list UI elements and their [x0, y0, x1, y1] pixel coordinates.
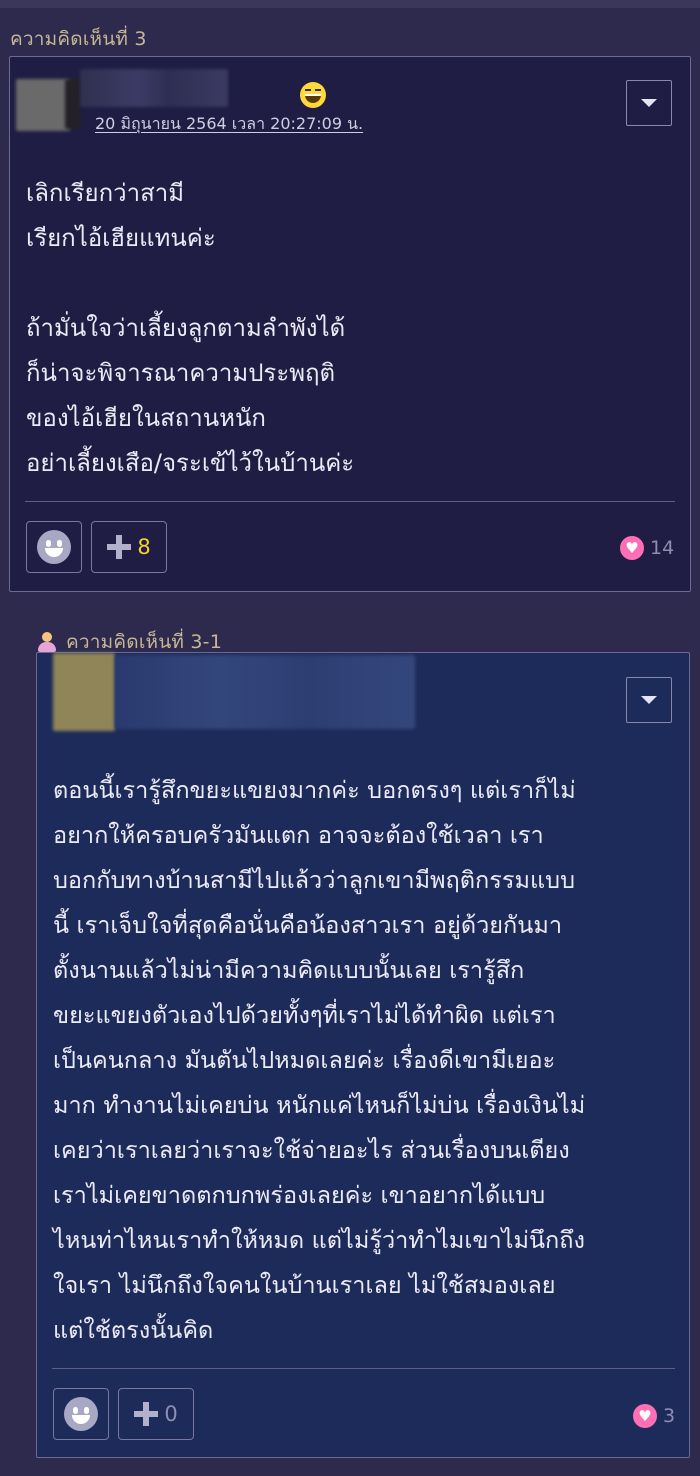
- top-divider-strip: [0, 0, 700, 8]
- username-blurred[interactable]: [115, 655, 415, 729]
- reply-options-dropdown[interactable]: [626, 677, 672, 723]
- username-blurred[interactable]: [80, 69, 228, 107]
- plus-count: 8: [137, 535, 151, 559]
- reply-body: ตอนนี้เรารู้สึกขยะแขยงมากค่ะ บอกตรงๆ แต่…: [53, 776, 586, 1344]
- heart-reaction[interactable]: ♥ 3: [633, 1404, 675, 1428]
- comment-card: 20 มิถุนายน 2564 เวลา 20:27:09 น. เลิกเร…: [9, 56, 691, 592]
- smile-face-icon: [37, 530, 71, 564]
- emotion-button[interactable]: [26, 521, 82, 573]
- heart-count: 3: [663, 1405, 676, 1427]
- avatar[interactable]: [53, 653, 115, 731]
- reply-divider: [52, 1368, 675, 1369]
- heart-icon: ♥: [620, 536, 644, 560]
- heart-icon: ♥: [633, 1404, 657, 1428]
- smile-face-icon: [64, 1397, 98, 1431]
- avatar-edge: [65, 79, 81, 129]
- plus-icon: [107, 535, 132, 559]
- plus-count: 0: [164, 1402, 178, 1426]
- heart-reaction[interactable]: ♥ 14: [620, 536, 674, 560]
- plus-vote-button[interactable]: 8: [91, 521, 167, 573]
- reply-card: ตอนนี้เรารู้สึกขยะแขยงมากค่ะ บอกตรงๆ แต่…: [36, 652, 690, 1458]
- laughing-emoji-icon: [300, 82, 326, 108]
- plus-vote-button[interactable]: 0: [118, 1388, 194, 1440]
- heart-count: 14: [650, 537, 675, 559]
- chevron-down-icon: [641, 696, 657, 704]
- chevron-down-icon: [641, 99, 657, 107]
- comment-body: เลิกเรียกว่าสามี เรียกไอ้เฮียแทนค่ะ ถ้าม…: [26, 179, 355, 477]
- person-icon: [36, 631, 58, 653]
- comment-divider: [25, 501, 675, 502]
- comment-timestamp[interactable]: 20 มิถุนายน 2564 เวลา 20:27:09 น.: [95, 112, 363, 137]
- comment-options-dropdown[interactable]: [626, 80, 672, 126]
- avatar[interactable]: [16, 79, 70, 131]
- comment-label: ความคิดเห็นที่ 3: [10, 28, 147, 50]
- plus-icon: [134, 1402, 159, 1426]
- emotion-button[interactable]: [53, 1388, 109, 1440]
